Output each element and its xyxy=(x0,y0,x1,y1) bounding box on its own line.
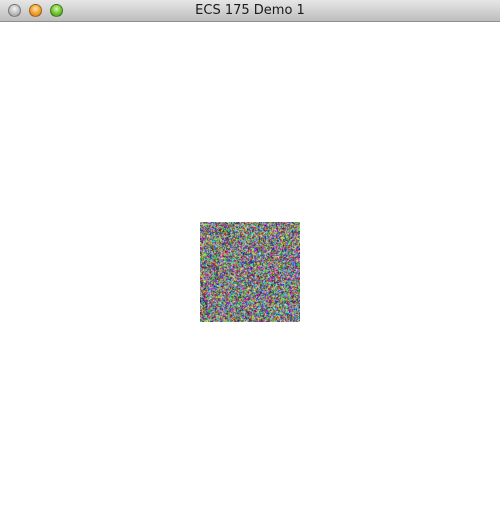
app-window: ECS 175 Demo 1 xyxy=(0,0,500,522)
canvas-area[interactable] xyxy=(0,22,500,522)
title-bar[interactable]: ECS 175 Demo 1 xyxy=(0,0,500,22)
window-title: ECS 175 Demo 1 xyxy=(195,3,305,18)
noise-square xyxy=(200,222,300,322)
